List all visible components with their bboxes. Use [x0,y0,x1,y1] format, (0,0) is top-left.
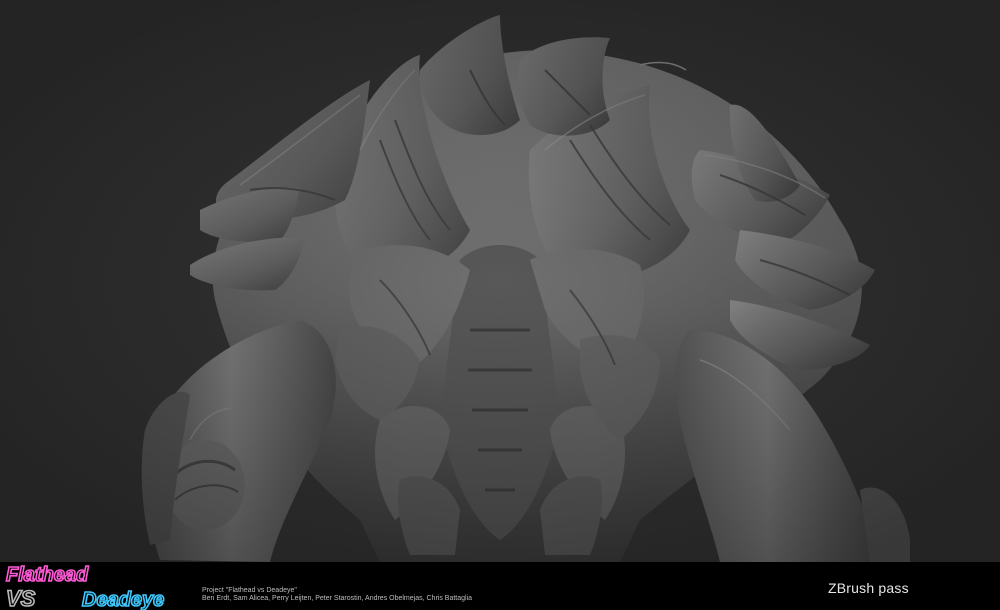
credits-block: Project "Flathead vs Deadeye" Ben Erdt, … [202,587,472,603]
render-image: Flathead VS Deadeye Project "Flathead vs… [0,0,1000,610]
team-names: Ben Erdt, Sam Alicea, Perry Leijten, Pet… [202,595,473,602]
logo-flathead: Flathead [6,564,89,586]
creature-sculpt [0,0,1000,562]
flathead-vs-deadeye-logo: Flathead VS Deadeye [5,563,165,610]
logo-vs: VS [6,586,36,610]
caption-bar: Flathead VS Deadeye Project "Flathead vs… [0,562,1000,610]
logo-deadeye: Deadeye [82,589,164,610]
pass-label: ZBrush pass [828,580,909,596]
sculpt-viewport [0,0,1000,562]
project-title: Project "Flathead vs Deadeye" [202,587,297,594]
